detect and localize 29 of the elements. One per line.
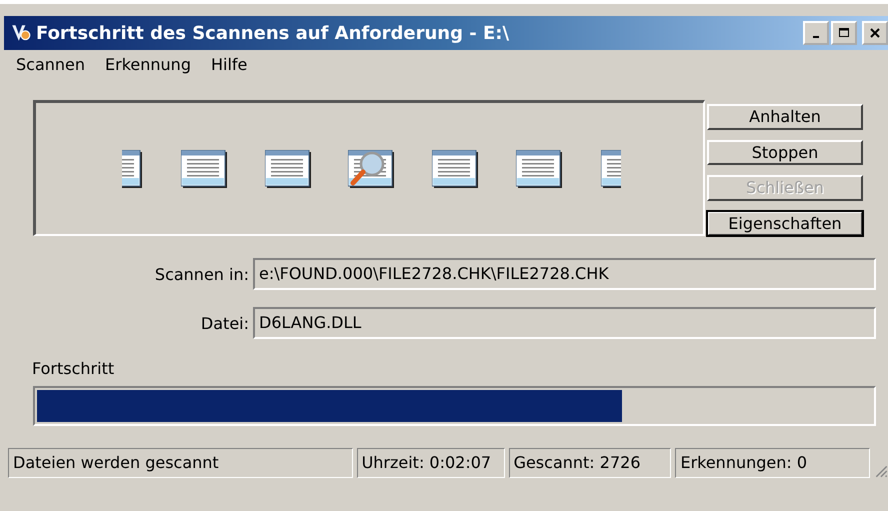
status-pane: Dateien werden gescannt <box>8 448 353 478</box>
close-button[interactable] <box>862 21 888 45</box>
close-icon <box>870 28 880 38</box>
window-title: Fortschritt des Scannens auf Anforderung - E:\ <box>36 22 510 44</box>
document-icon <box>180 150 227 188</box>
magnifier-document-icon <box>348 150 394 188</box>
maximize-icon <box>839 28 849 38</box>
status-pane: Gescannt: 2726 <box>508 448 672 478</box>
status-pane: Uhrzeit: 0:02:07 <box>356 448 505 478</box>
menu-item[interactable]: Erkennung <box>105 55 191 77</box>
path-field: e:\FOUND.000\FILE2728.CHK\FILE2728.CHK <box>253 258 876 290</box>
document-icon <box>432 150 478 188</box>
field-label: Datei: <box>200 314 249 332</box>
menu-item[interactable]: Scannen <box>16 55 86 77</box>
status-pane: Erkennungen: 0 <box>675 448 870 478</box>
document-icon <box>600 150 621 188</box>
path-field: D6LANG.DLL <box>253 307 876 339</box>
dialog-button[interactable]: Stoppen <box>707 140 863 165</box>
document-icon <box>516 150 562 188</box>
document-icon <box>264 150 311 188</box>
progress-label: Fortschritt <box>32 359 116 378</box>
dialog-button[interactable]: Anhalten <box>707 104 863 130</box>
document-icon <box>122 150 142 188</box>
menu-item[interactable]: Hilfe <box>210 55 248 77</box>
resize-grip-icon <box>874 464 888 478</box>
field-label: Scannen in: <box>154 264 249 284</box>
dialog-button[interactable]: Eigenschaften <box>707 210 863 236</box>
minimize-icon <box>813 36 819 38</box>
maximize-button[interactable] <box>831 21 857 45</box>
